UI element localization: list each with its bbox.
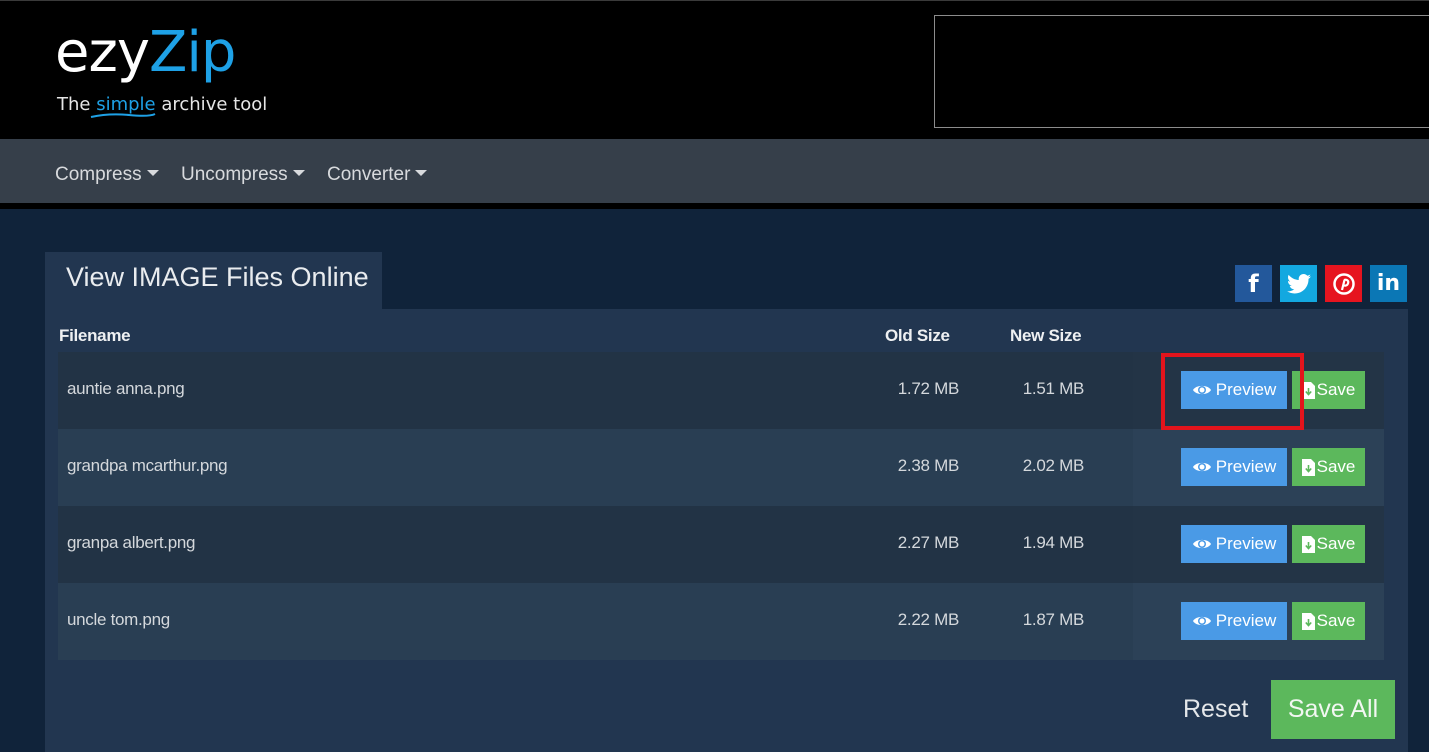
eye-icon <box>1192 616 1211 626</box>
table-row: granpa albert.png 2.27 MB 1.94 MB Previe… <box>58 506 1384 583</box>
nav-converter-dropdown[interactable]: Converter <box>327 164 428 186</box>
share-facebook-button[interactable]: f <box>1235 265 1272 302</box>
file-download-icon <box>1301 535 1315 553</box>
eye-icon <box>1192 385 1211 395</box>
site-header: ezyZip The simple archive tool <box>0 0 1429 139</box>
old-size-cell: 2.38 MB <box>897 456 960 475</box>
column-header-new-size: New Size <box>1010 326 1082 345</box>
caret-down-icon <box>415 170 428 176</box>
main-nav: Compress Uncompress Converter <box>0 139 1429 209</box>
panel-tab: View IMAGE Files Online <box>45 252 382 312</box>
file-download-icon <box>1301 458 1315 476</box>
preview-button[interactable]: Preview <box>1181 371 1287 409</box>
filename-cell: auntie anna.png <box>67 379 185 398</box>
reset-button[interactable]: Reset <box>1183 695 1248 724</box>
table-row: auntie anna.png 1.72 MB 1.51 MB Preview … <box>58 352 1384 429</box>
page-title: View IMAGE Files Online <box>66 262 369 292</box>
column-header-old-size: Old Size <box>885 326 950 345</box>
old-size-cell: 2.27 MB <box>897 533 960 552</box>
old-size-cell: 2.22 MB <box>897 610 960 629</box>
save-button[interactable]: Save <box>1292 525 1365 563</box>
save-button[interactable]: Save <box>1292 448 1365 486</box>
new-size-cell: 1.94 MB <box>1022 533 1085 552</box>
share-pinterest-button[interactable] <box>1325 265 1362 302</box>
table-row: grandpa mcarthur.png 2.38 MB 2.02 MB Pre… <box>58 429 1384 506</box>
ad-placeholder <box>934 15 1429 128</box>
preview-button[interactable]: Preview <box>1181 602 1287 640</box>
table-row: uncle tom.png 2.22 MB 1.87 MB Preview Sa… <box>58 583 1384 660</box>
new-size-cell: 1.51 MB <box>1022 379 1085 398</box>
save-button[interactable]: Save <box>1292 602 1365 640</box>
file-download-icon <box>1301 612 1315 630</box>
linkedin-icon: in <box>1376 271 1401 296</box>
logo-wordmark: ezyZip <box>55 20 236 85</box>
share-linkedin-button[interactable]: in <box>1370 265 1407 302</box>
preview-button[interactable]: Preview <box>1181 448 1287 486</box>
new-size-cell: 1.87 MB <box>1022 610 1085 629</box>
new-size-cell: 2.02 MB <box>1022 456 1085 475</box>
tagline-underline-swoosh <box>90 113 156 118</box>
preview-button[interactable]: Preview <box>1181 525 1287 563</box>
filename-cell: uncle tom.png <box>67 610 170 629</box>
filename-cell: grandpa mcarthur.png <box>67 456 228 475</box>
twitter-icon <box>1286 273 1311 293</box>
filename-cell: granpa albert.png <box>67 533 196 552</box>
eye-icon <box>1192 462 1211 472</box>
file-download-icon <box>1301 381 1315 399</box>
nav-compress-dropdown[interactable]: Compress <box>55 164 159 186</box>
ezyzip-logo[interactable]: ezyZip The simple archive tool <box>55 20 267 118</box>
column-header-filename: Filename <box>59 326 131 345</box>
nav-uncompress-dropdown[interactable]: Uncompress <box>181 164 305 186</box>
save-all-button[interactable]: Save All <box>1271 680 1395 739</box>
eye-icon <box>1192 539 1211 549</box>
share-twitter-button[interactable] <box>1280 265 1317 302</box>
old-size-cell: 1.72 MB <box>897 379 960 398</box>
pinterest-icon <box>1332 272 1355 295</box>
caret-down-icon <box>146 170 159 176</box>
facebook-icon: f <box>1248 269 1259 298</box>
save-button[interactable]: Save <box>1292 371 1365 409</box>
caret-down-icon <box>292 170 305 176</box>
